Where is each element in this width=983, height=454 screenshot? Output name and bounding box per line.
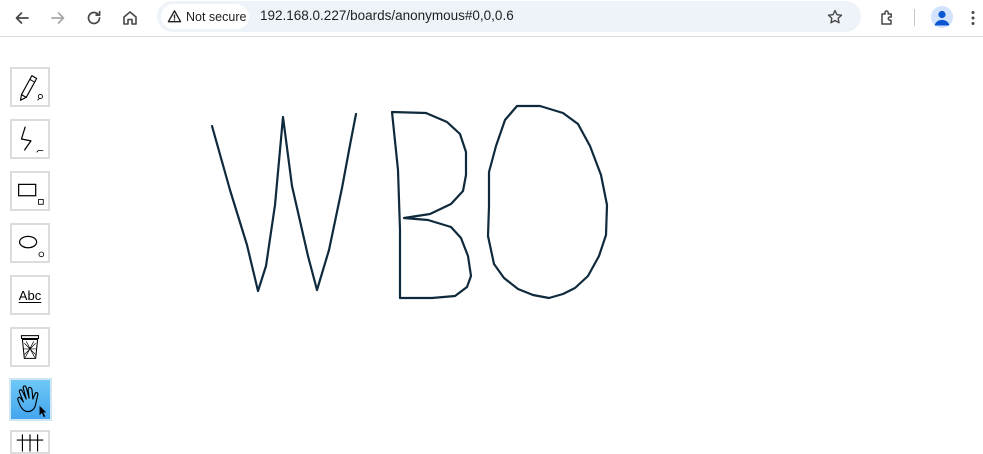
drawn-letter-w: [210, 112, 358, 293]
toolbar-divider: [914, 9, 915, 26]
text-tool-icon: Abc: [18, 287, 42, 303]
back-button[interactable]: [8, 4, 36, 32]
address-bar[interactable]: Not secure 192.168.0.227/boards/anonymou…: [157, 1, 861, 32]
drawing-canvas[interactable]: [0, 37, 983, 450]
hand-icon: [16, 384, 46, 417]
reload-icon: [87, 10, 101, 25]
security-chip[interactable]: Not secure: [161, 4, 249, 29]
drawn-letter-o: [486, 104, 609, 300]
warning-triangle-icon: [167, 10, 182, 23]
zigzag-line-icon: [20, 126, 44, 153]
grid-tool-button[interactable]: [10, 430, 50, 454]
ellipse-tool-button[interactable]: [10, 223, 50, 263]
pencil-icon: [19, 75, 43, 101]
forward-button[interactable]: [44, 4, 72, 32]
kebab-menu-icon: [971, 11, 975, 25]
home-icon: [123, 11, 137, 25]
puzzle-icon: [881, 10, 892, 25]
drawn-letter-b: [390, 110, 473, 300]
trash-bin-icon: [20, 335, 40, 359]
reload-button[interactable]: [80, 4, 108, 32]
home-button[interactable]: [116, 4, 144, 32]
rectangle-icon: [18, 183, 44, 205]
rectangle-tool-button[interactable]: [10, 171, 50, 211]
ellipse-icon: [18, 235, 45, 258]
star-icon: [827, 9, 843, 24]
security-label: Not secure: [186, 9, 247, 24]
text-tool-button[interactable]: Abc: [10, 275, 50, 315]
profile-avatar[interactable]: [931, 6, 953, 28]
bookmark-button[interactable]: [823, 5, 847, 29]
grid-icon: [16, 434, 44, 452]
pencil-tool-button[interactable]: [10, 67, 50, 107]
line-tool-button[interactable]: [10, 119, 50, 159]
back-arrow-icon: [15, 12, 29, 24]
browser-menu-button[interactable]: [963, 4, 983, 32]
url-text[interactable]: 192.168.0.227/boards/anonymous#0,0,0.6: [260, 8, 514, 23]
hand-tool-button[interactable]: [9, 378, 52, 421]
extensions-button[interactable]: [874, 4, 902, 32]
clear-tool-button[interactable]: [10, 327, 50, 367]
forward-arrow-icon: [51, 12, 65, 24]
profile-avatar-icon: [934, 10, 950, 26]
browser-toolbar: Not secure 192.168.0.227/boards/anonymou…: [0, 0, 983, 37]
